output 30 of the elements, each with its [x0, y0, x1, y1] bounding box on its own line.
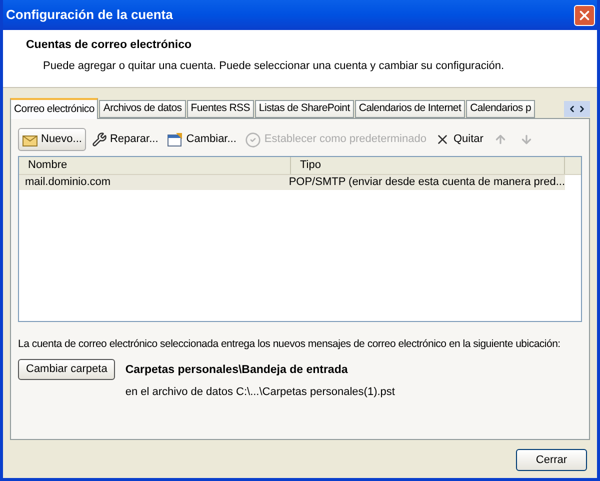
tab[interactable]: Calendarios de Internet [354, 100, 466, 118]
toolbar-button[interactable]: Quitar [432, 128, 486, 151]
data-file-path: en el archivo de datos C:\...\Carpetas personales(1).pst [125, 385, 395, 400]
toolbar-button[interactable]: Cambiar... [164, 128, 240, 151]
window-title: Configuración de la cuenta [6, 6, 173, 24]
header-title: Cuentas de correo electrónico [26, 38, 193, 53]
toolbar-button[interactable]: Reparar... [88, 128, 162, 151]
tab[interactable]: Fuentes RSS [186, 100, 254, 118]
delivery-text: La cuenta de correo electrónico seleccionada entrega los nuevos mensajes de correo electrónico en la siguiente ubicación: [18, 337, 562, 352]
table-cell-text: POP/SMTP (enviar desde esta cuenta de manera pred... [288, 175, 565, 190]
change-folder-button[interactable]: Cambiar carpeta [18, 358, 116, 380]
window-icon [167, 132, 184, 148]
chevron-left-icon [567, 104, 577, 114]
tab-scroll-control[interactable] [564, 101, 590, 117]
close-dialog-button[interactable]: Cerrar [516, 449, 587, 471]
table-cell-text: mail.dominio.com [24, 175, 112, 190]
chevron-right-icon [577, 104, 587, 114]
header-subtitle: Puede agregar o quitar una cuenta. Puede seleccionar una cuenta y cambiar su configuración. [42, 59, 506, 74]
tab[interactable]: Calendarios p [466, 100, 535, 118]
check-circle-icon [245, 132, 262, 148]
account-row[interactable]: mail.dominio.com POP/SMTP (enviar desde esta cuenta de manera pred... [19, 175, 565, 190]
tab[interactable]: Correo electrónico [10, 98, 98, 119]
column-header[interactable]: Tipo [291, 157, 565, 174]
toolbar-button[interactable]: Nuevo... [18, 128, 86, 151]
column-header[interactable]: Nombre [19, 157, 291, 174]
close-button[interactable] [574, 4, 595, 26]
folder-path: Carpetas personales\Bandeja de entrada [125, 362, 349, 378]
wrench-icon [92, 132, 107, 147]
tab[interactable]: Listas de SharePoint [254, 100, 354, 118]
tab[interactable]: Archivos de datos [99, 100, 186, 118]
